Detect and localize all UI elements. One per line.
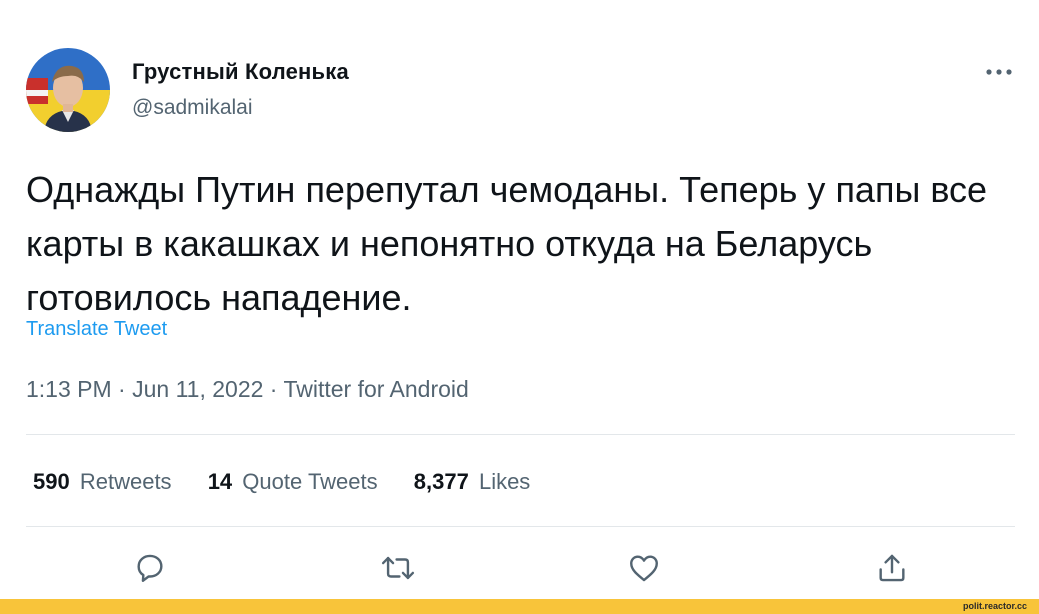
translate-tweet-link[interactable]: Translate Tweet	[26, 318, 167, 341]
tweet-date[interactable]: Jun 11, 2022	[132, 376, 263, 402]
likes-count: 8,377	[413, 469, 469, 494]
more-dots-icon	[986, 69, 1012, 75]
author-handle[interactable]: @sadmikalai	[132, 96, 253, 120]
heart-icon	[630, 555, 658, 582]
quote-tweets-count: 14	[207, 469, 233, 494]
avatar-photo-icon	[26, 48, 110, 132]
quote-tweets-label: Quote Tweets	[242, 469, 378, 494]
reply-button[interactable]	[128, 546, 172, 590]
like-button[interactable]	[622, 546, 666, 590]
footer-bar: polit.reactor.cc	[0, 599, 1039, 614]
tweet-time[interactable]: 1:13 PM	[26, 376, 112, 402]
retweet-icon	[381, 556, 415, 580]
share-icon	[879, 554, 905, 582]
retweet-button[interactable]	[376, 546, 420, 590]
tweet-meta: 1:13 PM · Jun 11, 2022 · Twitter for And…	[26, 376, 469, 403]
meta-separator: ·	[118, 376, 126, 402]
author-display-name[interactable]: Грустный Коленька	[132, 59, 349, 85]
more-options-button[interactable]	[982, 60, 1016, 84]
tweet-text: Однажды Путин перепутал чемоданы. Теперь…	[26, 169, 988, 318]
watermark: polit.reactor.cc	[962, 601, 1027, 611]
tweet-stats: 590 Retweets 14 Quote Tweets 8,377 Likes	[33, 469, 560, 495]
retweets-count: 590	[33, 469, 70, 494]
share-button[interactable]	[870, 546, 914, 590]
avatar[interactable]	[26, 48, 110, 132]
retweets-stat[interactable]: 590 Retweets	[33, 469, 172, 495]
quote-tweets-stat[interactable]: 14 Quote Tweets	[208, 469, 378, 495]
reply-icon	[137, 554, 163, 582]
likes-stat[interactable]: 8,377 Likes	[414, 469, 531, 495]
retweets-label: Retweets	[79, 469, 172, 494]
tweet-source[interactable]: Twitter for Android	[283, 376, 468, 402]
meta-separator: ·	[269, 376, 278, 402]
divider	[26, 526, 1015, 527]
divider	[26, 434, 1015, 435]
likes-label: Likes	[478, 469, 531, 494]
